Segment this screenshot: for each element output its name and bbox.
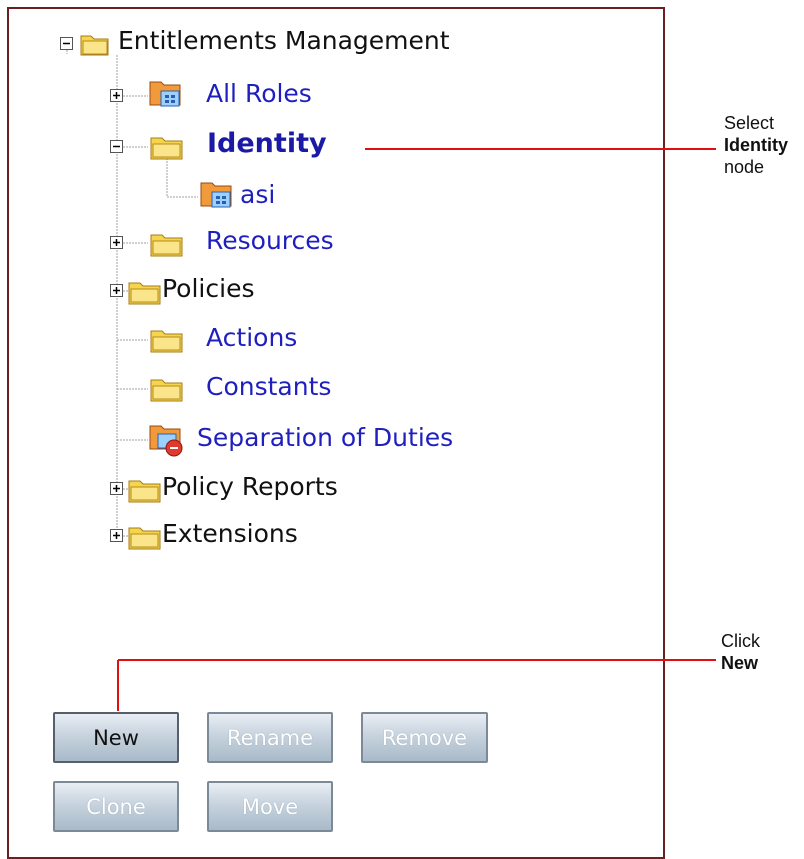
tree-node-label: Entitlements Management [118, 26, 450, 55]
tree-node-extensions[interactable]: Extensions [162, 519, 298, 548]
tree-node-policies[interactable]: Policies [162, 274, 254, 303]
new-callout: Click New [721, 630, 760, 674]
tree-node-all-roles[interactable]: All Roles [206, 79, 312, 108]
role-folder-icon [149, 81, 181, 107]
expand-toggle-icon[interactable] [110, 284, 123, 297]
folder-icon [150, 379, 183, 402]
tree-node-label: All Roles [206, 79, 312, 108]
tree-node-label: Constants [206, 372, 332, 401]
tree-node-label: Extensions [162, 519, 298, 548]
callout-text: Select [724, 113, 775, 133]
tree-node-label: Separation of Duties [197, 423, 454, 452]
folder-icon [128, 527, 161, 550]
tree-node-asi[interactable]: asi [240, 180, 275, 209]
folder-open-icon [150, 137, 183, 160]
rename-button[interactable]: Rename [207, 712, 333, 763]
new-button[interactable]: New [53, 712, 179, 763]
tree-node-constants[interactable]: Constants [206, 372, 331, 401]
collapse-toggle-icon[interactable] [60, 37, 73, 50]
collapse-toggle-icon[interactable] [110, 140, 123, 153]
tree-node-root[interactable]: Entitlements Management [118, 26, 450, 55]
move-button[interactable]: Move [207, 781, 333, 832]
tree-node-policy-reports[interactable]: Policy Reports [162, 472, 338, 501]
callout-text-bold: Identity [724, 135, 789, 155]
identity-callout: Select Identity node [724, 112, 788, 178]
expand-toggle-icon[interactable] [110, 236, 123, 249]
callout-text: Click [721, 631, 760, 651]
expand-toggle-icon[interactable] [110, 529, 123, 542]
tree-node-label: Policy Reports [162, 472, 338, 501]
tree-node-label: Identity [207, 128, 327, 159]
tree-node-identity[interactable]: Identity [207, 128, 327, 159]
tree-node-label: Resources [206, 226, 334, 255]
tree-node-separation-of-duties[interactable]: Separation of Duties [197, 423, 453, 452]
remove-button[interactable]: Remove [361, 712, 488, 763]
tree-node-label: Actions [206, 323, 298, 352]
tree-node-resources[interactable]: Resources [206, 226, 334, 255]
folder-icon [150, 330, 183, 353]
callout-text: node [724, 157, 765, 177]
tree-node-label: Policies [162, 274, 255, 303]
role-folder-icon [200, 182, 232, 208]
expand-toggle-icon[interactable] [110, 89, 123, 102]
folder-icon [128, 480, 161, 503]
folder-open-icon [80, 35, 109, 56]
expand-toggle-icon[interactable] [110, 482, 123, 495]
folder-icon [128, 282, 161, 305]
clone-button[interactable]: Clone [53, 781, 179, 832]
tree-node-label: asi [240, 180, 276, 209]
tree-node-actions[interactable]: Actions [206, 323, 297, 352]
sod-folder-icon [149, 425, 183, 457]
callout-text-bold: New [721, 653, 759, 673]
folder-icon [150, 234, 183, 257]
